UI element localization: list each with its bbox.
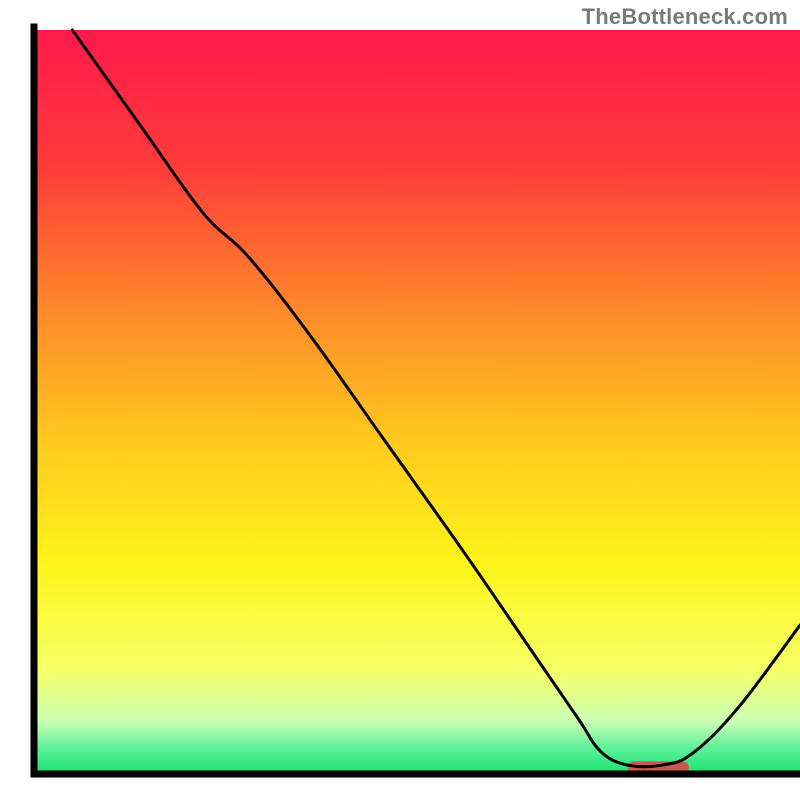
watermark: TheBottleneck.com: [582, 4, 788, 30]
chart-container: TheBottleneck.com: [0, 0, 800, 800]
plot-background: [34, 30, 800, 774]
chart-svg: [0, 0, 800, 800]
